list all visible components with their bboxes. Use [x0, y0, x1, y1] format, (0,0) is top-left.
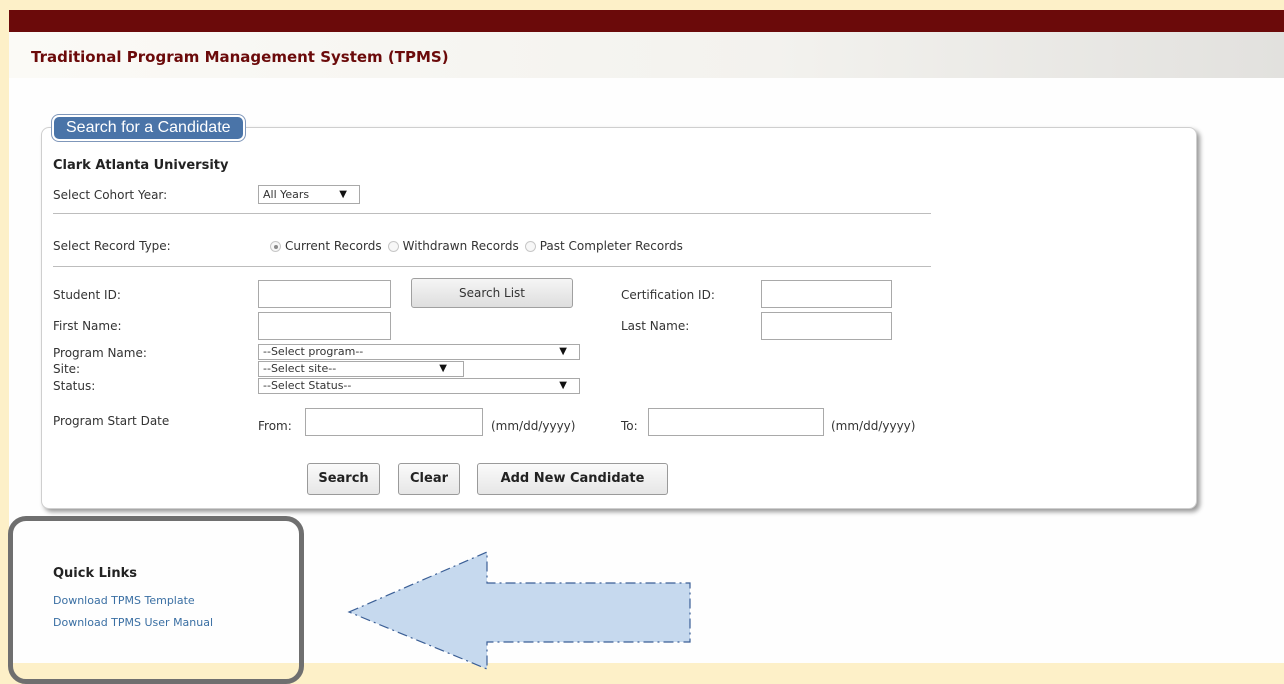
from-label: From:	[258, 419, 292, 433]
site-label: Site:	[53, 362, 81, 376]
cohort-year-label: Select Cohort Year:	[53, 188, 168, 202]
status-label: Status:	[53, 379, 96, 393]
radio-current-records[interactable]	[270, 240, 281, 252]
status-select[interactable]: --Select Status-- ▼	[258, 378, 580, 394]
radio-withdrawn-records[interactable]	[387, 240, 399, 252]
certification-id-label: Certification ID:	[621, 288, 715, 302]
clear-button[interactable]: Clear	[398, 463, 460, 495]
date-format-hint: (mm/dd/yyyy)	[491, 419, 576, 433]
record-type-radio-group: Current Records Withdrawn Records Past C…	[270, 239, 689, 253]
dropdown-arrow-icon: ▼	[439, 363, 447, 374]
cohort-year-value: All Years	[263, 188, 310, 201]
first-name-input[interactable]	[258, 312, 391, 340]
dropdown-arrow-icon: ▼	[559, 346, 567, 357]
student-id-label: Student ID:	[53, 288, 121, 302]
site-select[interactable]: --Select site-- ▼	[258, 361, 464, 377]
download-user-manual-link[interactable]: Download TPMS User Manual	[53, 616, 213, 629]
search-panel-legend: Search for a Candidate	[52, 115, 245, 141]
dropdown-arrow-icon: ▼	[559, 380, 567, 391]
certification-id-input[interactable]	[761, 280, 892, 308]
divider	[53, 266, 931, 267]
page-title: Traditional Program Management System (T…	[31, 48, 449, 66]
organization-name: Clark Atlanta University	[53, 158, 229, 173]
header-bar: Traditional Program Management System (T…	[9, 32, 1284, 78]
program-start-date-label: Program Start Date	[53, 414, 170, 428]
dropdown-arrow-icon: ▼	[339, 189, 347, 200]
left-arrow-annotation-icon	[347, 551, 691, 670]
radio-label-withdrawn: Withdrawn Records	[402, 239, 519, 253]
site-value: --Select site--	[263, 362, 337, 375]
date-format-hint: (mm/dd/yyyy)	[831, 419, 916, 433]
download-template-link[interactable]: Download TPMS Template	[53, 594, 195, 607]
student-id-input[interactable]	[258, 280, 391, 308]
radio-past-completer-records[interactable]	[524, 240, 536, 252]
top-banner	[9, 10, 1284, 32]
search-panel	[41, 127, 1197, 509]
program-name-label: Program Name:	[53, 346, 147, 360]
program-name-select[interactable]: --Select program-- ▼	[258, 344, 580, 360]
last-name-input[interactable]	[761, 312, 892, 340]
cohort-year-select[interactable]: All Years ▼	[258, 185, 360, 204]
add-new-candidate-button[interactable]: Add New Candidate	[477, 463, 668, 495]
program-name-value: --Select program--	[263, 345, 364, 358]
to-label: To:	[621, 419, 638, 433]
record-type-label: Select Record Type:	[53, 239, 171, 253]
status-value: --Select Status--	[263, 379, 352, 392]
last-name-label: Last Name:	[621, 319, 690, 333]
start-date-from-input[interactable]	[305, 408, 483, 436]
quick-links-title: Quick Links	[53, 566, 138, 581]
search-button[interactable]: Search	[307, 463, 380, 495]
radio-label-current: Current Records	[285, 239, 382, 253]
divider	[53, 213, 931, 214]
first-name-label: First Name:	[53, 319, 122, 333]
radio-label-past-completer: Past Completer Records	[539, 239, 683, 253]
start-date-to-input[interactable]	[648, 408, 824, 436]
search-list-button[interactable]: Search List	[411, 278, 573, 308]
